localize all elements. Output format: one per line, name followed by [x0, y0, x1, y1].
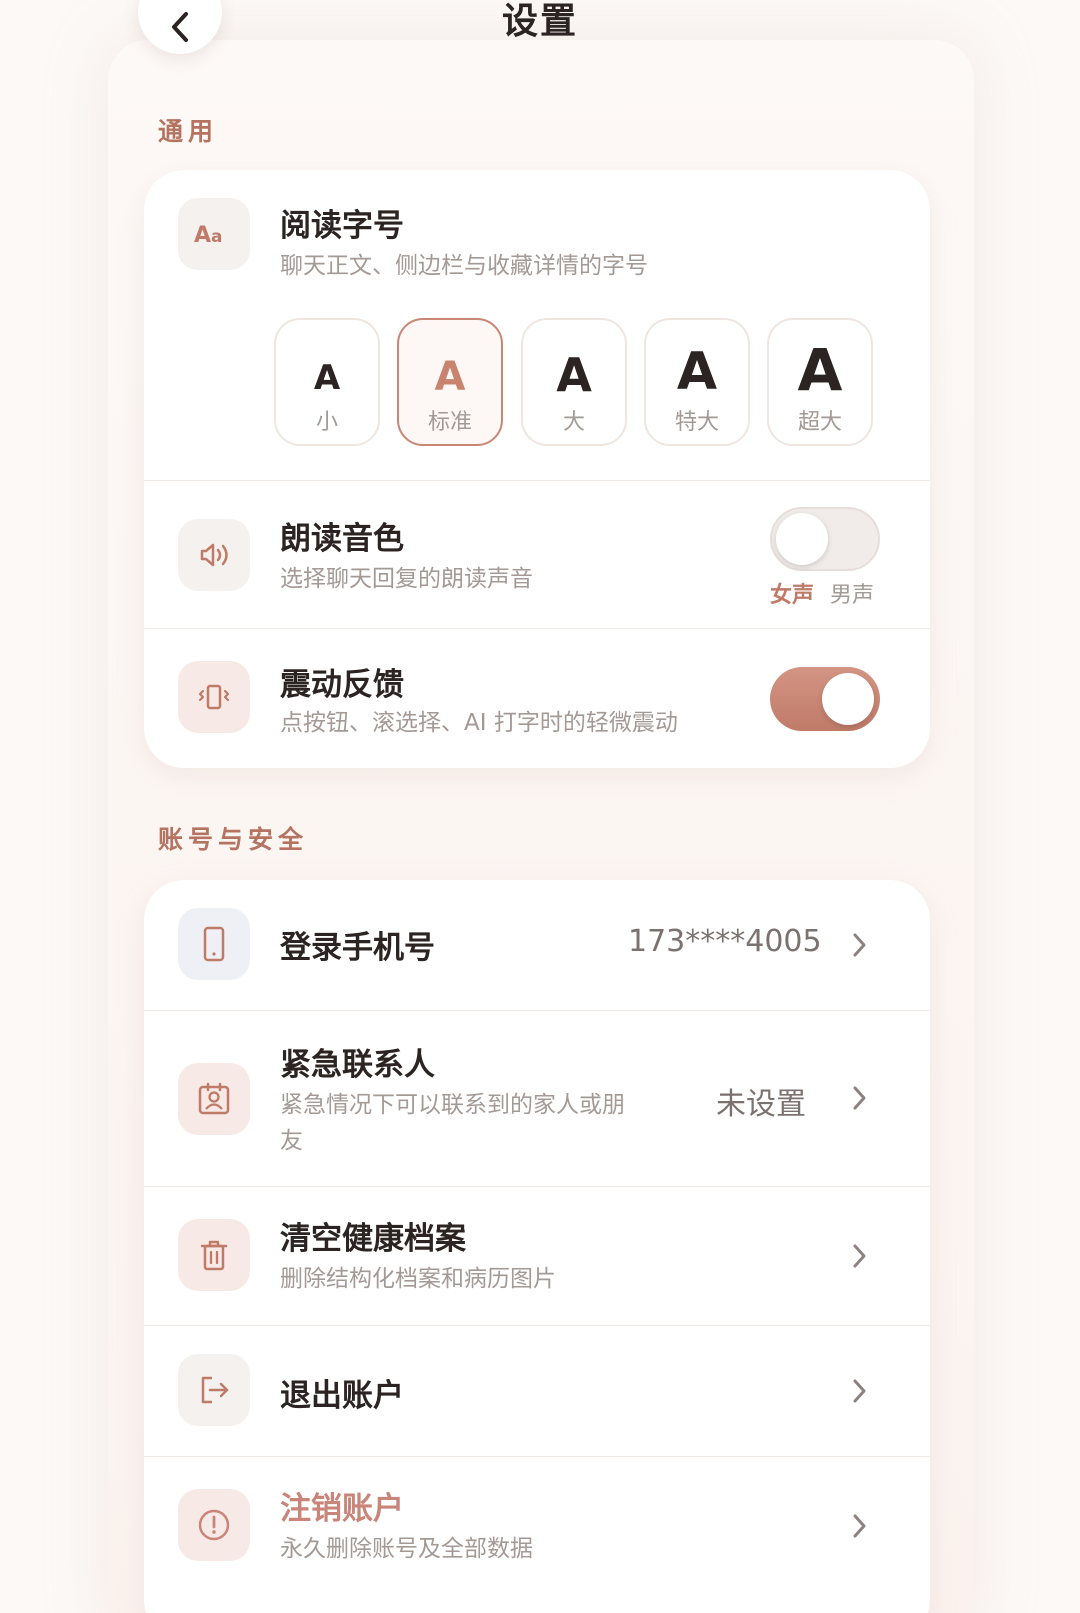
font-size-option-label: 特大 — [674, 410, 719, 435]
general-card: A a 阅读字号 聊天正文、侧边栏与收藏详情的字号 A 小 A 标准 A 大 A… — [144, 170, 930, 768]
emergency-value: 未设置 — [716, 1087, 806, 1122]
toggle-knob — [822, 673, 874, 725]
vibration-icon — [198, 684, 230, 710]
delete-account-row[interactable]: 注销账户 永久删除账号及全部数据 — [144, 1457, 930, 1607]
emergency-subtitle: 紧急情况下可以联系到的家人或朋 — [280, 1092, 625, 1118]
font-size-glyph: A — [434, 354, 466, 400]
clear-subtitle: 删除结构化档案和病历图片 — [280, 1266, 556, 1292]
chevron-right-icon — [853, 1086, 866, 1110]
speaker-icon — [200, 543, 228, 567]
delete-subtitle: 永久删除账号及全部数据 — [280, 1536, 533, 1562]
chevron-right-icon — [853, 933, 866, 957]
svg-text:A: A — [194, 223, 211, 247]
font-size-option-large[interactable]: A 大 — [521, 318, 627, 446]
font-size-row: A a 阅读字号 聊天正文、侧边栏与收藏详情的字号 A 小 A 标准 A 大 A… — [144, 170, 930, 480]
toggle-knob — [776, 513, 828, 565]
voice-female-label[interactable]: 女声 — [770, 577, 814, 609]
font-size-glyph: A — [797, 336, 843, 404]
clear-title: 清空健康档案 — [280, 1221, 466, 1257]
voice-row: 朗读音色 选择聊天回复的朗读声音 女声 男声 — [144, 481, 930, 628]
font-size-icon-box: A a — [178, 198, 250, 270]
font-size-glyph: A — [556, 348, 592, 402]
phone-icon-box — [178, 908, 250, 980]
font-size-glyph: A — [313, 358, 341, 398]
voice-icon-box — [178, 519, 250, 591]
font-size-glyph: A — [676, 342, 718, 402]
logout-icon-box — [178, 1354, 250, 1426]
voice-title: 朗读音色 — [280, 521, 404, 557]
vibration-title: 震动反馈 — [280, 667, 404, 703]
emergency-icon-box — [178, 1063, 250, 1135]
vibration-toggle[interactable] — [770, 667, 880, 731]
emergency-subtitle-cont: 友 — [280, 1128, 303, 1154]
page-title: 设置 — [501, 1, 578, 42]
font-size-option-standard[interactable]: A 标准 — [397, 318, 503, 446]
contact-card-icon — [198, 1082, 230, 1115]
section-label-account: 账号与安全 — [158, 825, 309, 854]
phone-title: 登录手机号 — [280, 930, 435, 966]
logout-title: 退出账户 — [280, 1378, 404, 1414]
section-label-general: 通用 — [158, 117, 219, 146]
vibration-icon-box — [178, 661, 250, 733]
clear-icon-box — [178, 1219, 250, 1291]
logout-row[interactable]: 退出账户 — [144, 1326, 930, 1456]
chevron-right-icon — [853, 1379, 866, 1403]
font-size-option-label: 标准 — [427, 410, 472, 435]
voice-male-label[interactable]: 男声 — [830, 577, 874, 609]
phone-icon — [203, 926, 225, 962]
clear-records-row[interactable]: 清空健康档案 删除结构化档案和病历图片 — [144, 1187, 930, 1325]
svg-text:a: a — [211, 227, 222, 247]
alert-circle-icon — [198, 1509, 230, 1541]
settings-page: 设置 通用 A a 阅读字号 聊天正文、侧边栏与收藏详情的字号 A 小 A 标准 — [0, 0, 1080, 1613]
emergency-title: 紧急联系人 — [280, 1047, 435, 1083]
vibration-row: 震动反馈 点按钮、滚选择、AI 打字时的轻微震动 — [144, 629, 930, 768]
chevron-right-icon — [853, 1244, 866, 1268]
font-size-title: 阅读字号 — [280, 208, 404, 244]
phone-value: 173****4005 — [628, 924, 822, 959]
voice-subtitle: 选择聊天回复的朗读声音 — [280, 566, 533, 592]
voice-toggle[interactable] — [770, 507, 880, 571]
account-card: 登录手机号 173****4005 紧急联系人 紧急情况下可以联系到的家人或朋 … — [144, 880, 930, 1613]
trash-icon — [200, 1240, 228, 1271]
font-size-option-label: 大 — [562, 410, 585, 435]
delete-title: 注销账户 — [280, 1491, 404, 1527]
vibration-subtitle: 点按钮、滚选择、AI 打字时的轻微震动 — [280, 710, 678, 736]
font-size-option-label: 小 — [315, 410, 338, 435]
font-size-option-label: 超大 — [797, 410, 842, 435]
chevron-right-icon — [853, 1514, 866, 1538]
font-size-option-small[interactable]: A 小 — [274, 318, 380, 446]
font-size-option-xlarge[interactable]: A 特大 — [644, 318, 750, 446]
phone-row[interactable]: 登录手机号 173****4005 — [144, 880, 930, 1010]
font-size-option-xxlarge[interactable]: A 超大 — [767, 318, 873, 446]
font-size-subtitle: 聊天正文、侧边栏与收藏详情的字号 — [280, 253, 648, 279]
logout-icon — [201, 1376, 229, 1404]
emergency-contact-row[interactable]: 紧急联系人 紧急情况下可以联系到的家人或朋 友 未设置 — [144, 1011, 930, 1186]
delete-icon-box — [178, 1489, 250, 1561]
font-size-icon: A a — [194, 223, 222, 247]
